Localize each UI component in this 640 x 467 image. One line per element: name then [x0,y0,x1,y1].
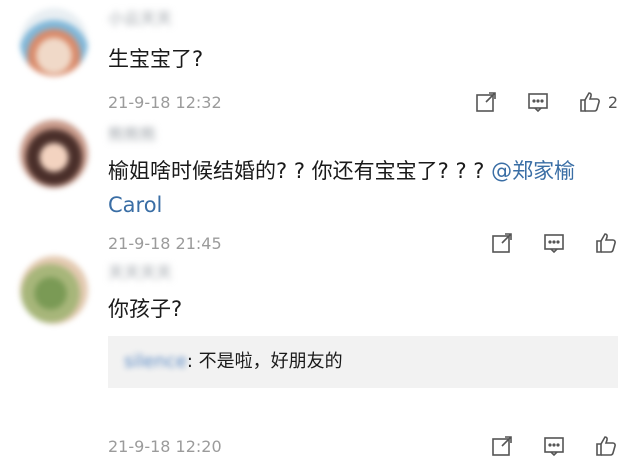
comment-actions: 2 [446,90,618,114]
comment-text: 你孩子? [108,297,183,321]
comment-button[interactable] [542,434,566,458]
thumbs-up-icon [580,92,600,112]
comment-text-body: 榆姐啥时候结婚的? ? 你还有宝宝了? ? ? [108,159,492,183]
comment-username[interactable]: 小云天天 [108,8,172,30]
comment-date: 21-9-18 21:45 [108,234,222,253]
comment-date: 21-9-18 12:20 [108,437,222,456]
reply-box[interactable]: silence: 不是啦，好朋友的 [108,336,618,388]
share-button[interactable] [490,231,514,255]
like-button[interactable]: 2 [578,90,618,114]
comment-username[interactable]: 天天天天 [108,262,172,284]
comment-button[interactable] [526,90,550,114]
avatar[interactable] [20,120,88,188]
comment-username[interactable]: 熊熊熊 [108,124,156,146]
comment-actions [462,434,618,458]
comment-actions [462,231,618,255]
comment-icon [544,234,564,254]
comment-button[interactable] [542,231,566,255]
reply-username[interactable]: silence [124,351,187,372]
like-count: 2 [607,92,618,112]
thumbs-up-icon [596,436,616,456]
share-button[interactable] [490,434,514,458]
comment-icon [544,437,564,457]
like-button[interactable] [594,434,618,458]
share-icon [492,233,512,253]
comment-text: 生宝宝了? [108,47,204,71]
thumbs-up-icon [596,233,616,253]
reply-text: : 不是啦，好朋友的 [186,351,343,372]
share-icon [476,92,496,112]
comment-date: 21-9-18 12:32 [108,93,222,112]
share-button[interactable] [474,90,498,114]
avatar[interactable] [20,8,88,76]
like-button[interactable] [594,231,618,255]
avatar[interactable] [20,256,88,324]
share-icon [492,436,512,456]
comment-text: 榆姐啥时候结婚的? ? 你还有宝宝了? ? ? @郑家榆 Carol [108,154,618,222]
comment-icon [528,93,548,113]
